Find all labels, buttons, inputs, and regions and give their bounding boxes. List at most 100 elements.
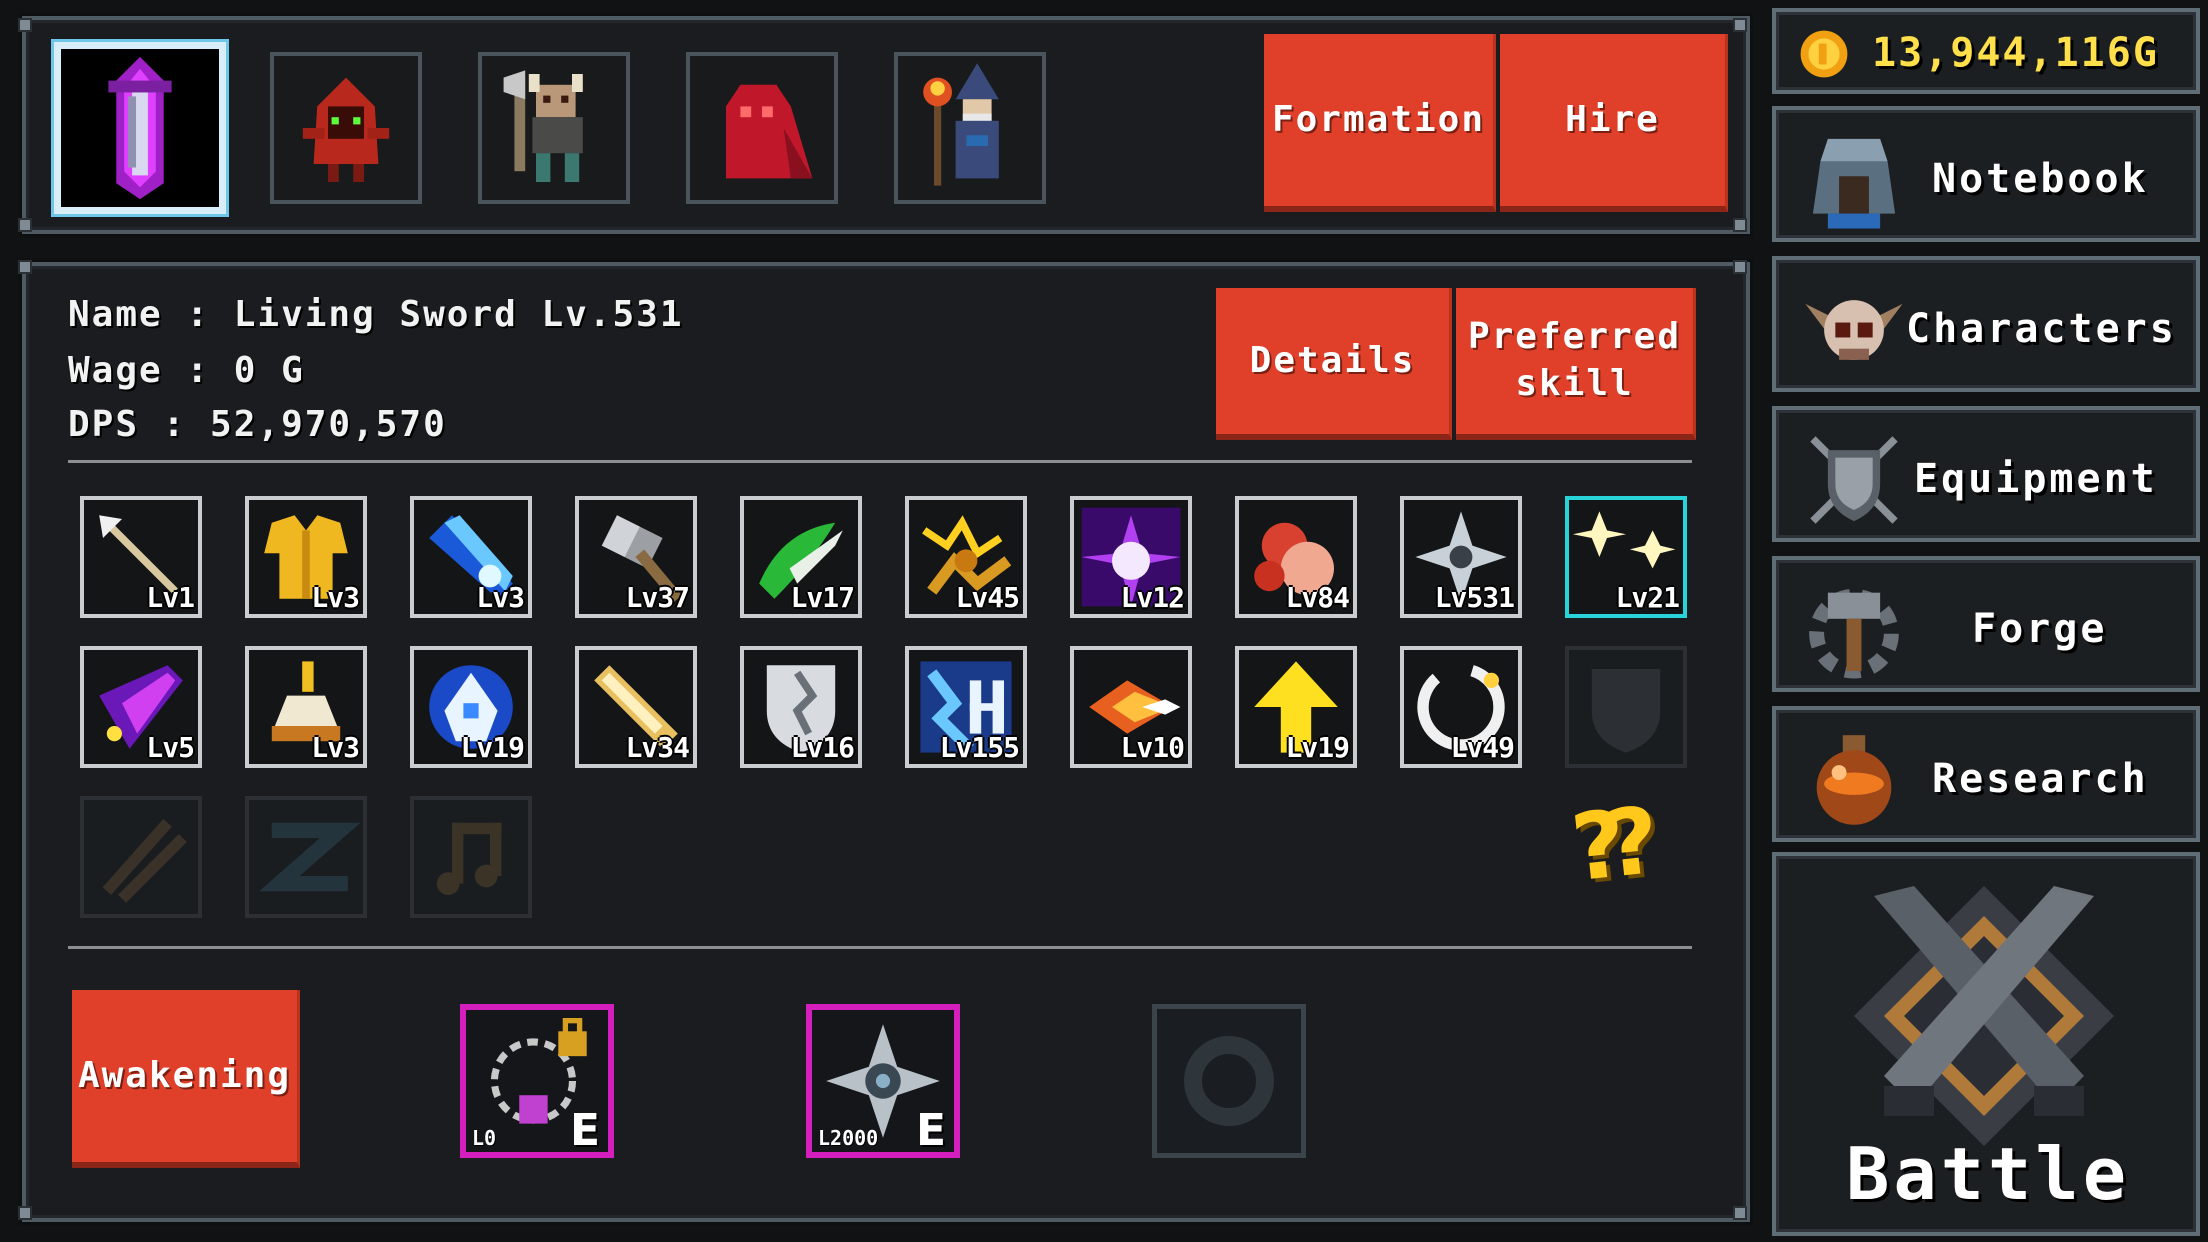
rune-grade: E: [569, 1105, 600, 1156]
notebook-button[interactable]: Notebook: [1772, 106, 2200, 242]
skill-sparkle-stars[interactable]: Lv21: [1565, 496, 1687, 618]
claw-icon: [102, 819, 187, 903]
skill-level: Lv34: [625, 731, 690, 764]
skill-spear[interactable]: Lv1: [80, 496, 202, 618]
skill-lightning-scorpion[interactable]: Lv45: [905, 496, 1027, 618]
forge-button[interactable]: Forge: [1772, 556, 2200, 692]
rune-slot-empty[interactable]: [1152, 1004, 1306, 1158]
skill-golden-bell[interactable]: Lv3: [245, 646, 367, 768]
skill-flesh-beast[interactable]: Lv84: [1235, 496, 1357, 618]
rivet: [18, 18, 32, 32]
party-slot-red-hood-goblin[interactable]: [270, 52, 422, 204]
character-dps: DPS : 52,970,570: [68, 404, 447, 445]
character-name: Name : Living Sword Lv.531: [68, 294, 684, 335]
fire-wizard-portrait: [923, 63, 999, 186]
skill-yellow-arrow[interactable]: Lv19: [1235, 646, 1357, 768]
zigzag-icon: [259, 822, 361, 892]
skill-golden-spear[interactable]: Lv34: [575, 646, 697, 768]
skill-level: Lv531: [1434, 581, 1515, 614]
divider-top: [68, 460, 1692, 463]
skill-frost-guardian[interactable]: Lv19: [410, 646, 532, 768]
equipment-button[interactable]: Equipment: [1772, 406, 2200, 542]
characters-button[interactable]: Characters: [1772, 256, 2200, 392]
party-slot-fire-wizard[interactable]: [894, 52, 1046, 204]
skill-violet-comet[interactable]: Lv5: [80, 646, 202, 768]
skill-level: Lv5: [146, 731, 195, 764]
rivet: [18, 1206, 32, 1220]
rune-level: L0: [472, 1126, 497, 1150]
rivet: [1733, 18, 1747, 32]
skill-level: Lv3: [311, 731, 360, 764]
skill-locked-shield[interactable]: [1565, 646, 1687, 768]
unknown-skill-marker: ??: [1566, 788, 1645, 903]
skill-level: Lv17: [790, 581, 855, 614]
empty-ring-icon: [1184, 1036, 1274, 1126]
gold-coin-icon: [1800, 30, 1848, 78]
party-slot-horned-warrior[interactable]: [478, 52, 630, 204]
skill-fire-burst[interactable]: Lv10: [1070, 646, 1192, 768]
forge-label: Forge: [1972, 606, 2108, 652]
skill-level: Lv3: [476, 581, 525, 614]
skill-blue-slash[interactable]: Lv3: [410, 496, 532, 618]
divider-bottom: [68, 946, 1692, 949]
horned-warrior-portrait: [503, 70, 583, 182]
rivet: [1733, 260, 1747, 274]
skill-thunder-gate[interactable]: Lv155: [905, 646, 1027, 768]
skill-purple-burst[interactable]: Lv12: [1070, 496, 1192, 618]
skill-hammer[interactable]: Lv37: [575, 496, 697, 618]
skill-level: Lv45: [955, 581, 1020, 614]
skill-level: Lv19: [1285, 731, 1350, 764]
potion-flask-icon: [1816, 735, 1892, 825]
skill-level: Lv16: [790, 731, 855, 764]
skill-cracked-shield[interactable]: Lv16: [740, 646, 862, 768]
living-sword-portrait: [61, 49, 219, 207]
skill-level: Lv1: [146, 581, 195, 614]
rivet: [18, 260, 32, 274]
details-button[interactable]: Details: [1216, 288, 1452, 440]
rivet: [18, 218, 32, 232]
skill-locked-music[interactable]: [410, 796, 532, 918]
music-note-icon: [436, 822, 502, 895]
character-wage: Wage : 0 G: [68, 350, 305, 391]
research-label: Research: [1932, 756, 2149, 802]
skill-golden-armor[interactable]: Lv3: [245, 496, 367, 618]
hammer-gear-icon: [1809, 588, 1899, 679]
notebook-label: Notebook: [1932, 156, 2149, 202]
crossed-swords-icon: [1854, 886, 2114, 1146]
party-slot-red-slime-ghost[interactable]: [686, 52, 838, 204]
party-slot-living-sword[interactable]: [54, 42, 226, 214]
characters-label: Characters: [1906, 306, 2177, 352]
skill-level: Lv49: [1450, 731, 1515, 764]
skill-white-ring[interactable]: Lv49: [1400, 646, 1522, 768]
gold-amount: 13,944,116G: [1872, 30, 2159, 76]
battle-label: Battle: [1846, 1132, 2131, 1216]
skill-level: Lv10: [1120, 731, 1185, 764]
research-button[interactable]: Research: [1772, 706, 2200, 842]
formation-button[interactable]: Formation: [1264, 34, 1496, 212]
equipment-label: Equipment: [1914, 456, 2158, 502]
skill-level: Lv84: [1285, 581, 1350, 614]
skill-shuriken-star[interactable]: Lv531: [1400, 496, 1522, 618]
hire-button[interactable]: Hire: [1500, 34, 1728, 212]
skill-locked-zigzag[interactable]: [245, 796, 367, 918]
skill-level: Lv37: [625, 581, 690, 614]
preferred-skill-label-2: skill: [1515, 363, 1634, 404]
skull-horns-icon: [1805, 300, 1903, 360]
notebook-icon: [1812, 138, 1896, 229]
awakening-button[interactable]: Awakening: [72, 990, 300, 1168]
preferred-skill-button[interactable]: Preferred skill: [1456, 288, 1696, 440]
rune-slot-1[interactable]: L0 E: [460, 1004, 614, 1158]
skill-level: Lv3: [311, 581, 360, 614]
shield-swords-icon: [1810, 436, 1898, 524]
red-slime-ghost-portrait: [726, 84, 813, 179]
shield-icon: [1591, 669, 1661, 753]
skill-level: Lv19: [460, 731, 525, 764]
rune-slot-2[interactable]: L2000 E: [806, 1004, 960, 1158]
skill-level: Lv12: [1120, 581, 1185, 614]
red-hood-goblin-portrait: [302, 77, 390, 182]
gold-display: 13,944,116G: [1772, 8, 2200, 94]
rivet: [1733, 218, 1747, 232]
battle-button[interactable]: Battle: [1772, 852, 2200, 1236]
skill-locked-claw[interactable]: [80, 796, 202, 918]
skill-green-blade[interactable]: Lv17: [740, 496, 862, 618]
